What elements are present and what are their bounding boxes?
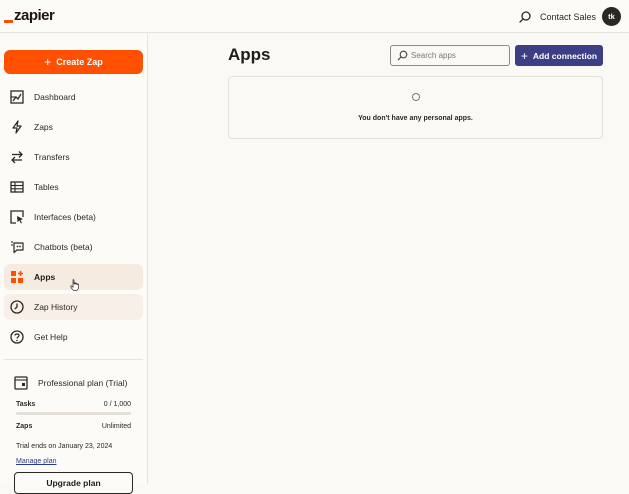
- tasks-value: 0 / 1,000: [103, 401, 131, 408]
- create-zap-label: Create Zap: [56, 57, 103, 67]
- zaps-value: Unlimited: [101, 423, 131, 430]
- dashboard-icon: [10, 90, 24, 104]
- sidebar-item-zap-history[interactable]: Zap History: [4, 294, 143, 320]
- sidebar-item-tables[interactable]: Tables: [4, 174, 143, 200]
- contact-sales-link[interactable]: Contact Sales: [540, 10, 596, 24]
- transfer-arrows-icon: [11, 151, 23, 164]
- sidebar-item-label: Chatbots (beta): [34, 242, 93, 252]
- sidebar: + Create Zap Dashboard Zaps Transfers Ta…: [0, 34, 148, 494]
- create-zap-button[interactable]: + Create Zap: [4, 50, 143, 74]
- lightning-icon: [12, 120, 22, 134]
- logo-text: zapier: [14, 7, 55, 24]
- history-clock-icon: [10, 300, 24, 314]
- chatbot-icon: [11, 241, 24, 254]
- apps-grid-icon: [11, 271, 23, 283]
- search-apps-input[interactable]: [411, 48, 506, 63]
- sidebar-item-label: Zaps: [34, 122, 53, 132]
- sidebar-item-label: Get Help: [34, 332, 68, 342]
- sidebar-item-dashboard[interactable]: Dashboard: [4, 84, 143, 110]
- sidebar-item-label: Apps: [34, 272, 56, 282]
- empty-state-message: You don't have any personal apps.: [358, 115, 473, 122]
- sidebar-item-zaps[interactable]: Zaps: [4, 114, 143, 140]
- hand-pointer-cursor-icon: [70, 279, 79, 291]
- zaps-label: Zaps: [16, 423, 33, 430]
- apps-empty-state: You don't have any personal apps.: [228, 76, 603, 139]
- plus-icon: +: [44, 55, 52, 69]
- plan-title: Professional plan (Trial): [38, 378, 128, 388]
- sidebar-item-chatbots[interactable]: Chatbots (beta): [4, 234, 143, 260]
- sidebar-divider: [4, 359, 143, 360]
- sidebar-item-interfaces[interactable]: Interfaces (beta): [4, 204, 143, 230]
- add-connection-button[interactable]: + Add connection: [515, 45, 603, 66]
- trial-end-text: Trial ends on January 23, 2024: [16, 443, 113, 450]
- plan-card-icon: [14, 376, 28, 390]
- top-bar: zapier Contact Sales tk: [0, 0, 629, 33]
- search-apps-box[interactable]: [390, 45, 510, 66]
- sidebar-item-label: Zap History: [34, 302, 78, 312]
- tasks-progress-bar: [16, 412, 131, 415]
- search-icon: [397, 50, 408, 61]
- search-icon[interactable]: [518, 10, 532, 24]
- page-title: Apps: [228, 45, 271, 64]
- manage-plan-link[interactable]: Manage plan: [16, 457, 56, 467]
- logo-underscore: [4, 20, 13, 23]
- plus-icon: +: [520, 48, 528, 63]
- interface-cursor-icon: [10, 210, 24, 224]
- tasks-label: Tasks: [16, 401, 36, 408]
- sidebar-item-label: Interfaces (beta): [34, 212, 96, 222]
- add-connection-label: Add connection: [532, 50, 598, 61]
- loading-spinner-icon: [412, 93, 420, 101]
- avatar[interactable]: tk: [602, 7, 621, 26]
- help-icon: [10, 330, 24, 344]
- sidebar-item-get-help[interactable]: Get Help: [4, 324, 143, 350]
- table-icon: [10, 181, 24, 193]
- sidebar-item-label: Transfers: [34, 152, 70, 162]
- sidebar-item-label: Tables: [34, 182, 59, 192]
- zapier-logo[interactable]: zapier: [4, 6, 55, 26]
- sidebar-item-transfers[interactable]: Transfers: [4, 144, 143, 170]
- sidebar-item-label: Dashboard: [34, 92, 76, 102]
- upgrade-plan-button[interactable]: Upgrade plan: [14, 472, 133, 494]
